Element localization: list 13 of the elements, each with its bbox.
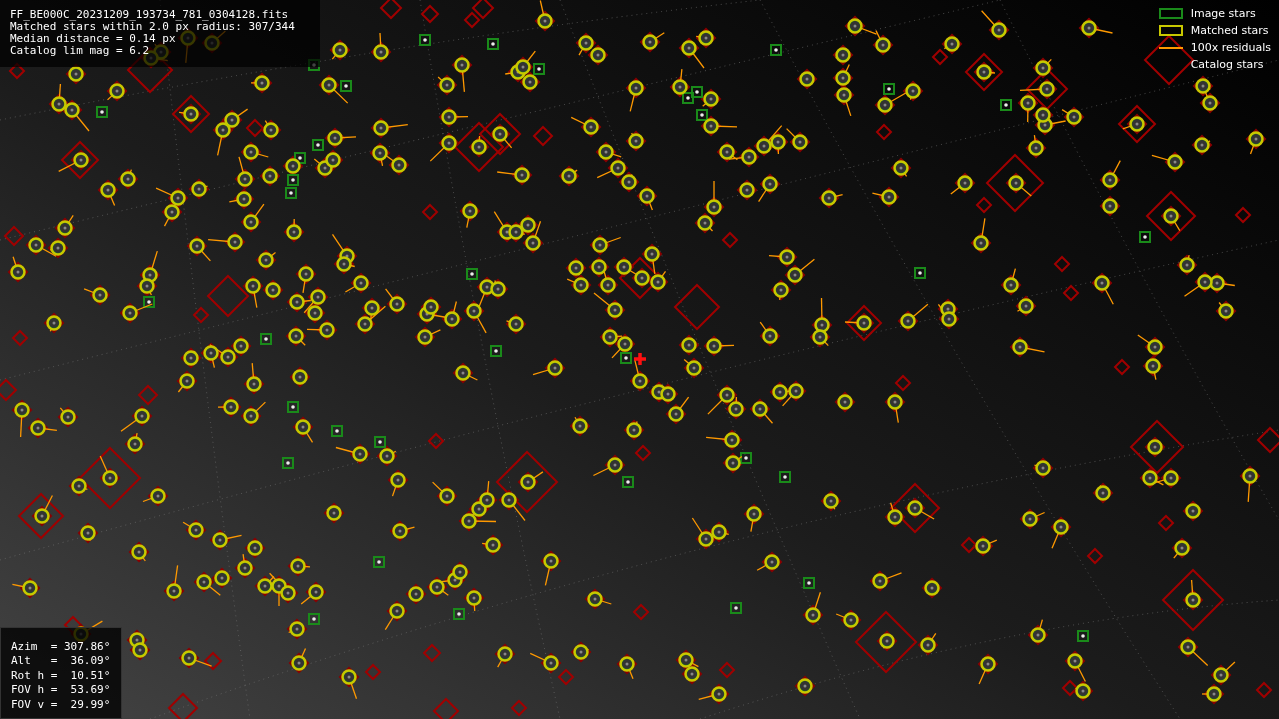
info-text: FF_BE000C_20231209_193734_781_0304128.fits	[10, 9, 290, 21]
info-text: Catalog lim mag = 6.2	[10, 45, 151, 57]
pointing-text: Rot h = 10.51°	[11, 668, 112, 683]
info-text: Matched stars within 2.0 px radius: 307/344	[10, 21, 296, 33]
legend-label: Catalog stars	[1190, 58, 1264, 71]
legend-label: Matched stars	[1190, 24, 1269, 37]
pointing-text: Alt = 36.09°	[11, 654, 112, 669]
info-text: Median distance = 0.14 px	[10, 33, 177, 45]
pointing-text: FOV v = 29.99°	[11, 697, 112, 712]
legend-label: Image stars	[1190, 7, 1256, 20]
pointing-text: Azim = 307.86°	[11, 639, 112, 654]
legend-label: 100x residuals	[1190, 41, 1271, 54]
pointing-text: FOV h = 53.69°	[11, 683, 112, 698]
